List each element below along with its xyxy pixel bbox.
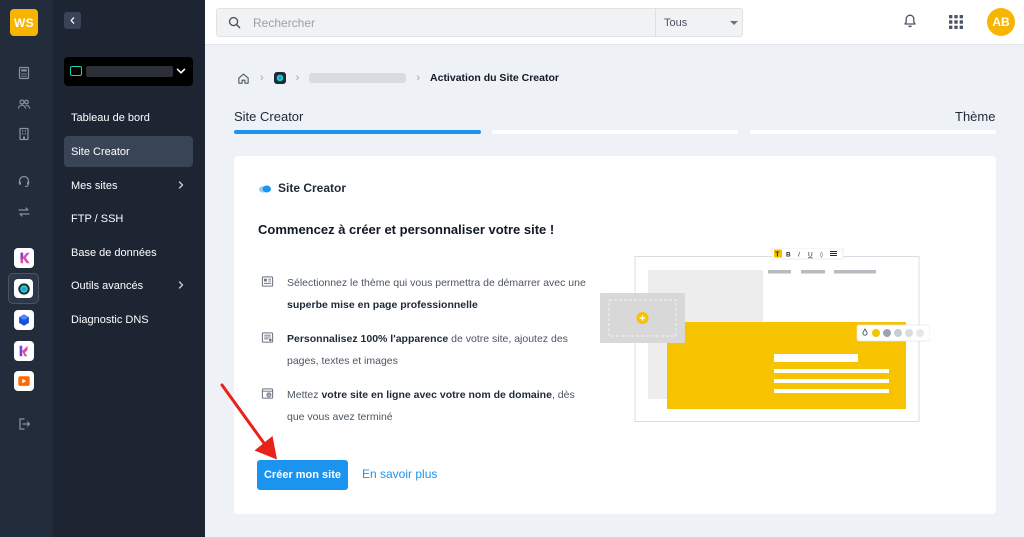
breadcrumb-current: Activation du Site Creator (430, 72, 559, 84)
website-builder-illustration: T B I U ◊ (600, 248, 930, 422)
kmeet-app-icon[interactable] (14, 371, 34, 391)
home-icon[interactable] (237, 72, 250, 85)
feature-text-theme: Sélectionnez le thème qui vous permettra… (287, 277, 586, 311)
kmail-app-icon[interactable] (14, 341, 34, 361)
create-site-button[interactable]: Créer mon site (257, 460, 348, 490)
step-label-theme: Thème (955, 109, 996, 124)
search-scope-value: Tous (664, 16, 688, 29)
sidebar-item-label: Diagnostic DNS (71, 313, 149, 326)
brand-logo[interactable]: WS (10, 9, 38, 36)
caret-down-icon (730, 21, 738, 25)
sidebar: Tableau de bord Site Creator Mes sites FTP … (53, 0, 205, 537)
calculator-icon[interactable] (15, 64, 33, 82)
apps-grid-icon[interactable] (948, 14, 964, 30)
step-progress-2 (492, 130, 738, 134)
sidebar-item-site-creator[interactable]: Site Creator (64, 136, 193, 167)
sidebar-item-tableau-de-bord[interactable]: Tableau de bord (64, 102, 193, 133)
add-media-placeholder-icon (600, 293, 685, 343)
hosting-icon (70, 66, 82, 76)
svg-text:T: T (775, 252, 780, 259)
search-scope-select[interactable]: Tous (664, 9, 742, 36)
account-name-redacted (86, 66, 173, 77)
site-creator-logo (14, 279, 33, 298)
breadcrumb-separator: › (416, 72, 421, 84)
transfer-icon[interactable] (15, 203, 33, 221)
icon-rail: WS (0, 0, 53, 537)
theme-icon (261, 276, 274, 287)
annotation-arrow-icon (220, 383, 277, 460)
svg-text:I: I (798, 252, 800, 259)
search-bar: Tous (216, 8, 743, 37)
breadcrumb-separator: › (260, 72, 264, 84)
sidebar-item-label: Tableau de bord (71, 111, 150, 124)
user-avatar[interactable]: AB (987, 8, 1015, 36)
svg-text:B: B (786, 252, 791, 259)
search-input[interactable] (253, 9, 653, 36)
customize-icon (261, 332, 274, 343)
users-icon[interactable] (15, 95, 33, 113)
chevron-left-icon (70, 17, 75, 24)
account-selector[interactable] (64, 57, 193, 86)
sidebar-item-base-de-données[interactable]: Base de données (64, 237, 193, 268)
site-creator-app-icon[interactable] (8, 273, 39, 304)
card-title: Site Creator (278, 181, 347, 195)
bell-icon[interactable] (902, 13, 918, 29)
step-progress-3 (750, 130, 996, 134)
collapse-sidebar-button[interactable] (64, 12, 81, 29)
headset-icon[interactable] (15, 172, 33, 190)
sidebar-item-diagnostic-dns[interactable]: Diagnostic DNS (64, 304, 193, 335)
feature-text-publish: Mettez votre site en ligne avec votre no… (287, 389, 575, 423)
sidebar-item-label: Base de données (71, 246, 157, 259)
breadcrumb: › › › Activation du Site Creator (237, 70, 559, 86)
site-creator-cloud-icon (258, 184, 271, 193)
step-label-site-creator: Site Creator (234, 109, 304, 124)
chevron-right-icon (178, 181, 184, 189)
sidebar-item-outils-avancés[interactable]: Outils avancés (64, 270, 193, 301)
sidebar-item-ftp-ssh[interactable]: FTP / SSH (64, 203, 193, 234)
search-divider (655, 9, 656, 36)
text-toolbar-icon: T B I U ◊ (771, 248, 844, 260)
color-picker-icon (856, 324, 930, 342)
svg-text:U: U (808, 252, 813, 259)
sidebar-item-label: Site Creator (71, 145, 130, 158)
search-icon (228, 16, 241, 29)
feature-text-customize: Personnalisez 100% l'apparence de votre … (287, 333, 568, 367)
chevron-down-icon (176, 68, 186, 74)
kchat-app-icon[interactable] (14, 248, 34, 268)
svg-text:◊: ◊ (820, 252, 823, 259)
chevron-right-icon (178, 281, 184, 289)
sidebar-item-label: FTP / SSH (71, 212, 124, 225)
card-heading: Commencez à créer et personnaliser votre… (258, 222, 555, 237)
kdrive-app-icon[interactable] (14, 310, 34, 330)
logout-icon[interactable] (15, 415, 33, 433)
topbar: Tous AB (205, 0, 1024, 45)
sidebar-item-label: Outils avancés (71, 279, 144, 292)
breadcrumb-site-redacted[interactable] (309, 73, 407, 83)
building-icon[interactable] (15, 125, 33, 143)
site-creator-card: Site Creator Commencez à créer et person… (234, 156, 996, 514)
card-header: Site Creator (258, 181, 346, 195)
breadcrumb-separator: › (295, 72, 300, 84)
site-creator-crumb-icon[interactable] (273, 72, 286, 84)
sidebar-item-label: Mes sites (71, 179, 118, 192)
step-progress-1 (234, 130, 481, 134)
sidebar-item-mes-sites[interactable]: Mes sites (64, 170, 193, 201)
learn-more-link[interactable]: En savoir plus (362, 467, 437, 481)
